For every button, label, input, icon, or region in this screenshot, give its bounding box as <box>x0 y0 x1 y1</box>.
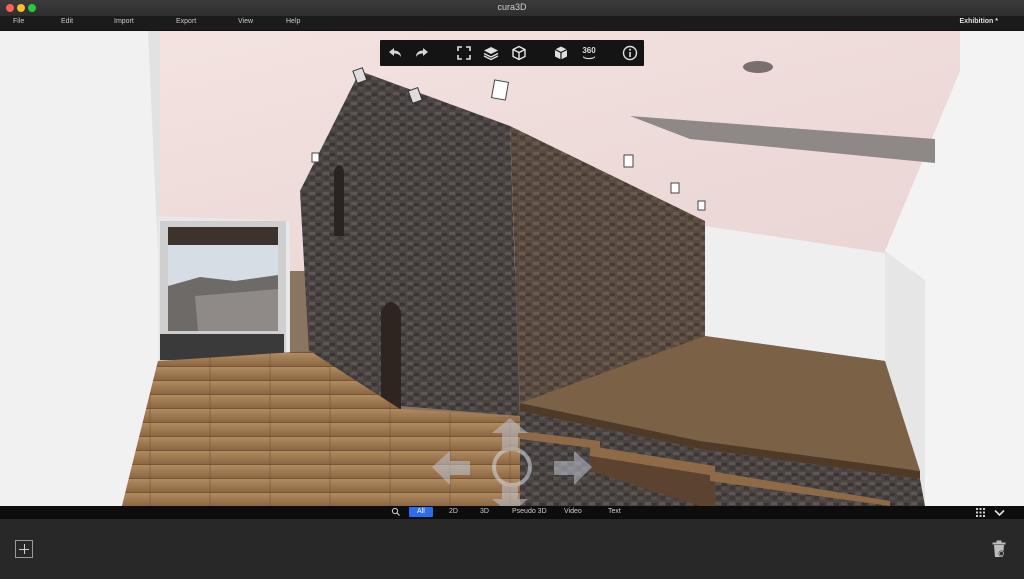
mode-text[interactable]: Text <box>608 508 621 515</box>
cube-view-button[interactable] <box>509 43 529 63</box>
trash-icon[interactable] <box>991 540 1007 558</box>
mode-2d[interactable]: 2D <box>449 508 458 515</box>
gallery-room-render <box>0 31 1024 506</box>
3d-viewport[interactable] <box>0 31 1024 506</box>
chevron-down-icon[interactable] <box>994 508 1005 517</box>
undo-icon <box>389 48 401 57</box>
rotate-360-label: 360 <box>582 45 596 55</box>
window-title: cura3D <box>497 2 527 12</box>
layers-button[interactable] <box>481 43 501 63</box>
asset-panel <box>0 519 1024 579</box>
redo-button[interactable] <box>412 43 432 63</box>
exhibition-name[interactable]: Exhibition * <box>960 18 999 25</box>
rotate-360-button[interactable]: 360 <box>579 43 599 63</box>
add-item-button[interactable] <box>15 540 33 558</box>
package-button[interactable] <box>551 43 571 63</box>
title-bar: cura3D <box>0 0 1024 17</box>
package-icon <box>554 46 568 60</box>
cube-view-icon <box>512 45 526 61</box>
mode-video[interactable]: Video <box>564 508 582 515</box>
menu-help[interactable]: Help <box>286 18 300 25</box>
mode-pseudo-3d[interactable]: Pseudo 3D <box>512 508 547 515</box>
grid-view-icon[interactable] <box>976 508 985 517</box>
view-toolbar: 360 <box>380 40 644 66</box>
view-mode-bar: All 2D 3D Pseudo 3D Video Text <box>0 506 1024 519</box>
info-button[interactable] <box>620 43 640 63</box>
menu-bar: File Edit Import Export View Help Exhibi… <box>0 16 1024 31</box>
redo-icon <box>416 48 428 57</box>
fit-view-icon <box>457 46 471 60</box>
menu-view[interactable]: View <box>238 18 253 25</box>
menu-edit[interactable]: Edit <box>61 18 73 25</box>
search-icon[interactable] <box>391 507 401 517</box>
mode-3d[interactable]: 3D <box>480 508 489 515</box>
info-icon <box>622 45 638 61</box>
menu-import[interactable]: Import <box>114 18 134 25</box>
layers-icon <box>483 47 499 61</box>
fit-view-button[interactable] <box>454 43 474 63</box>
menu-file[interactable]: File <box>13 18 24 25</box>
mode-all[interactable]: All <box>409 507 433 517</box>
menu-export[interactable]: Export <box>176 18 196 25</box>
undo-button[interactable] <box>385 43 405 63</box>
rotate-360-icon <box>582 55 596 59</box>
